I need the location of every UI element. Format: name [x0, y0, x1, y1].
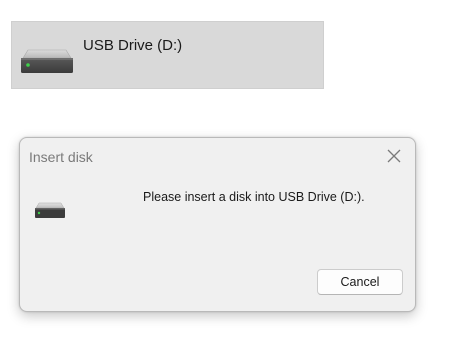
- insert-disk-dialog: Insert disk Please insert a disk into US…: [19, 137, 416, 312]
- dialog-title: Insert disk: [29, 149, 93, 165]
- usb-drive-icon: [20, 48, 74, 76]
- drive-label: USB Drive (D:): [83, 37, 183, 54]
- usb-drive-icon: [34, 202, 66, 220]
- usb-drive-item[interactable]: USB Drive (D:): [11, 21, 324, 89]
- dialog-message: Please insert a disk into USB Drive (D:)…: [143, 190, 365, 204]
- close-button[interactable]: [381, 144, 407, 168]
- cancel-button[interactable]: Cancel: [317, 269, 403, 295]
- close-icon: [387, 149, 401, 163]
